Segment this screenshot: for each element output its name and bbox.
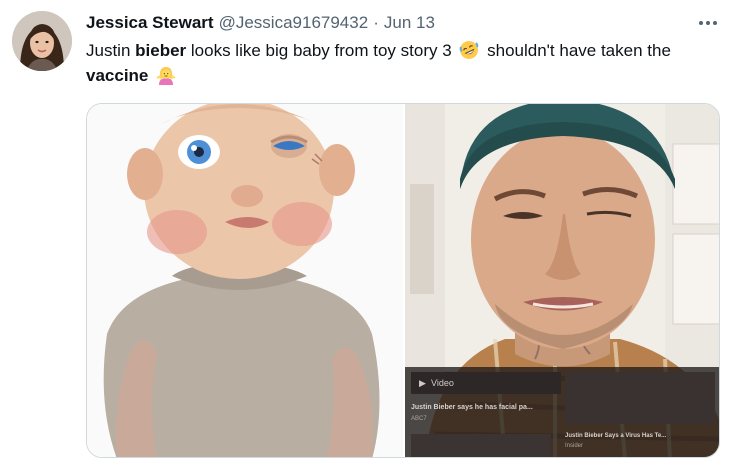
- tweet-text: Justin bieber looks like big baby from t…: [86, 38, 726, 88]
- separator-dot: ·: [373, 13, 379, 32]
- overlay-caption-1: Justin Bieber says he has facial pa...: [411, 404, 533, 411]
- text-bold: bieber: [135, 41, 187, 60]
- text-part: looks like big baby from toy story 3: [186, 41, 457, 60]
- overlay-source-1: ABC7: [411, 416, 427, 422]
- media-image-big-baby[interactable]: [87, 104, 403, 457]
- author-name[interactable]: Jessica Stewart: [86, 13, 214, 33]
- video-label: Video: [431, 378, 454, 388]
- media-image-bieber[interactable]: ▶ Video Justin Bieber says he has facial…: [405, 104, 719, 457]
- tweet[interactable]: Jessica Stewart @Jessica91679432 · Jun 1…: [0, 0, 748, 469]
- author-handle[interactable]: @Jessica91679432: [219, 13, 369, 33]
- tweet-header: Jessica Stewart @Jessica91679432 · Jun 1…: [86, 10, 435, 36]
- rolling-on-floor-laughing-icon: [460, 41, 479, 59]
- svg-text:▶: ▶: [419, 378, 426, 388]
- tweet-date[interactable]: Jun 13: [384, 13, 435, 33]
- text-bold: vaccine: [86, 66, 149, 85]
- overlay-caption-2: Justin Bieber Says a Virus Has Te...: [565, 433, 666, 439]
- text-part: Justin: [86, 41, 136, 60]
- text-part: shouldn't have taken the: [482, 41, 671, 60]
- avatar[interactable]: [12, 11, 72, 71]
- overlay-source-2: Insider: [565, 443, 583, 449]
- more-options-icon[interactable]: [694, 12, 722, 34]
- media-grid[interactable]: ▶ Video Justin Bieber says he has facial…: [86, 103, 720, 458]
- woman-shrugging-icon: [156, 67, 176, 85]
